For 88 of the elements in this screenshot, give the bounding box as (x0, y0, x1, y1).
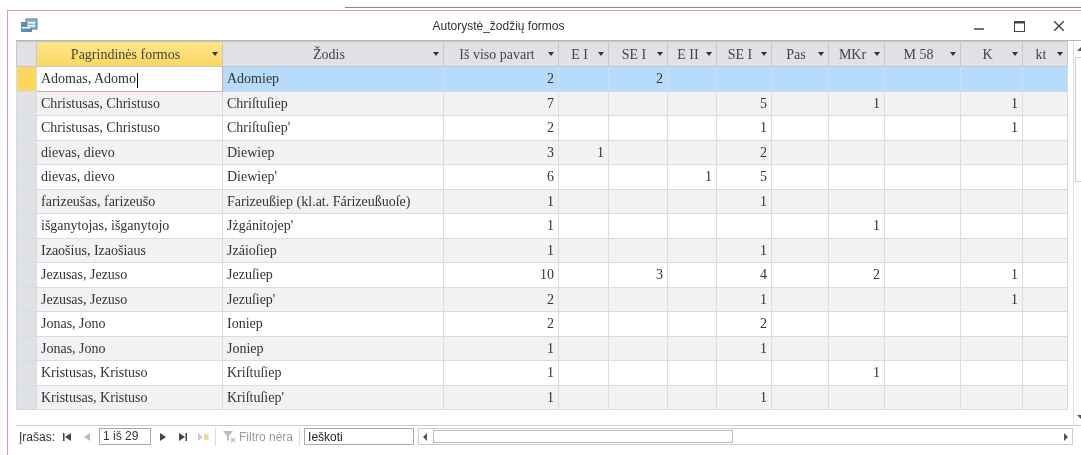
table-cell: 1 (443, 238, 559, 263)
table-cell: 1 (443, 360, 559, 385)
dropdown-arrow-icon[interactable] (761, 52, 767, 56)
dropdown-arrow-icon[interactable] (1012, 52, 1018, 56)
table-cell: 1 (828, 360, 885, 385)
table-cell: Kriſtuſiep (222, 360, 444, 385)
table-cell: 1 (716, 115, 772, 140)
table-cell: Christusas, Christuso (36, 115, 223, 140)
column-header[interactable]: Žodis (222, 41, 444, 67)
column-header[interactable]: SE I (608, 41, 668, 67)
column-header[interactable]: SE I (716, 41, 772, 67)
table-cell: 7 (443, 91, 559, 116)
table-cell: 5 (716, 164, 772, 189)
table-cell: 1 (960, 262, 1023, 287)
table-cell: Kristusas, Kristuso (36, 385, 223, 410)
dropdown-arrow-icon[interactable] (657, 52, 663, 56)
table-cell: 1 (667, 164, 717, 189)
table-cell: Jżgánitojep' (222, 213, 444, 238)
column-header[interactable]: M 58 (884, 41, 961, 67)
search-field[interactable]: Ieškoti (304, 428, 415, 445)
table-cell: Chriſtuſiep (222, 91, 444, 116)
maximize-icon[interactable] (1013, 20, 1025, 32)
table-cell: Diewiep' (222, 164, 444, 189)
table-cell: 1 (443, 189, 559, 214)
table-cell: Izaošius, Izaošiaus (36, 238, 223, 263)
dropdown-arrow-icon[interactable] (598, 52, 604, 56)
table-cell: Jonas, Jono (36, 311, 223, 336)
dropdown-arrow-icon[interactable] (433, 52, 439, 56)
table-cell: Jezusas, Jezuso (36, 262, 223, 287)
table-cell: Kristusas, Kristuso (36, 360, 223, 385)
table-cell: 1 (443, 385, 559, 410)
column-header[interactable]: Iš viso pavart (443, 41, 559, 67)
table-cell: 4 (716, 262, 772, 287)
table-cell: Farizeußiep (kl.at. Fárizeußuoſe) (222, 189, 444, 214)
column-header[interactable]: E II (667, 41, 717, 67)
close-icon[interactable] (1054, 21, 1064, 32)
record-position-field[interactable]: 1 iš 29 (99, 428, 151, 445)
table-cell: Adomiep (222, 66, 444, 91)
column-header[interactable]: K (960, 41, 1023, 67)
table-cell: 10 (443, 262, 559, 287)
table-cell: dievas, dievo (36, 164, 223, 189)
table-cell: 2 (828, 262, 885, 287)
column-header[interactable]: Pas (771, 41, 829, 67)
first-record-icon[interactable] (61, 431, 73, 442)
table-cell: Jezusas, Jezuso (36, 287, 223, 312)
table-cell: 2 (443, 311, 559, 336)
table-cell: 1 (443, 336, 559, 361)
table-cell: 1 (828, 213, 885, 238)
column-header[interactable]: MKr (828, 41, 885, 67)
dropdown-arrow-icon[interactable] (818, 52, 824, 56)
table-cell: Diewiep (222, 140, 444, 165)
filter-icon (222, 430, 236, 443)
table-cell: 2 (716, 311, 772, 336)
table-cell: Christusas, Christuso (36, 91, 223, 116)
horizontal-scrollbar[interactable] (418, 428, 1073, 445)
table-cell: 3 (608, 262, 668, 287)
table-cell: 3 (443, 140, 559, 165)
table-cell: Ioniep (222, 311, 444, 336)
table-cell: Jezuſiep' (222, 287, 444, 312)
table-cell: 2 (443, 66, 559, 91)
table-cell: Jonas, Jono (36, 336, 223, 361)
table-cell: Jzáioſiep (222, 238, 444, 263)
record-label: Įrašas: (18, 428, 55, 446)
datasheet-icon (20, 17, 38, 34)
table-cell: 1 (960, 115, 1023, 140)
table-cell: išganytojas, išganytojo (36, 213, 223, 238)
table-cell: 2 (443, 287, 559, 312)
table-cell: Joniep (222, 336, 444, 361)
dropdown-arrow-icon[interactable] (706, 52, 712, 56)
table-cell: 2 (443, 115, 559, 140)
last-record-icon[interactable] (177, 431, 189, 442)
cell-input[interactable]: Adomas, Adomo (36, 66, 223, 91)
table-cell: Jezuſiep (222, 262, 444, 287)
dropdown-arrow-icon[interactable] (548, 52, 554, 56)
dropdown-arrow-icon[interactable] (1057, 52, 1063, 56)
column-header[interactable]: kt (1022, 41, 1068, 67)
table-cell: Chriſtuſiep' (222, 115, 444, 140)
window-title: Autorystė_žodžių formos (431, 17, 566, 35)
table-cell: 1 (443, 213, 559, 238)
column-header[interactable]: E I (558, 41, 609, 67)
table-cell: farizeušas, farizeušo (36, 189, 223, 214)
column-header[interactable]: Pagrindinės formos (36, 41, 223, 67)
dropdown-arrow-icon[interactable] (212, 52, 218, 56)
table-cell: 6 (443, 164, 559, 189)
dropdown-arrow-icon[interactable] (874, 52, 880, 56)
table-cell: dievas, dievo (36, 140, 223, 165)
dropdown-arrow-icon[interactable] (950, 52, 956, 56)
table-cell: Kriſtuſiep' (222, 385, 444, 410)
